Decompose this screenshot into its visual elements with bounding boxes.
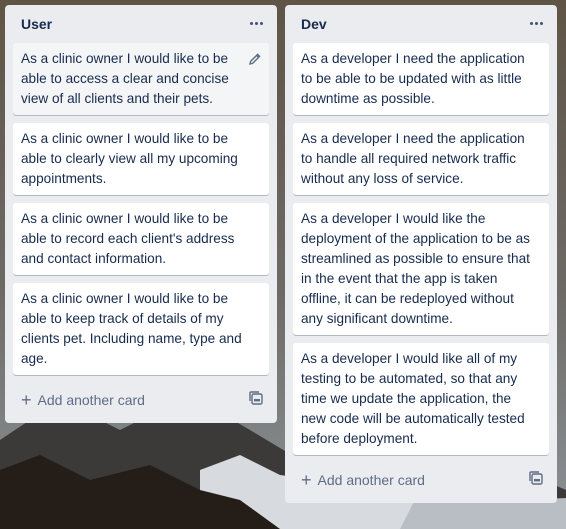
card[interactable]: As a clinic owner I would like to be abl…: [13, 43, 269, 115]
ellipsis-icon: [529, 21, 544, 25]
card-title: As a clinic owner I would like to be abl…: [21, 51, 229, 106]
add-card-label: Add another card: [37, 392, 145, 408]
list-user: User As a clinic owner I would like to b…: [5, 5, 277, 423]
card-title: As a developer I would like the deployme…: [301, 211, 530, 326]
list-menu-button[interactable]: [243, 11, 269, 35]
list-title[interactable]: Dev: [301, 16, 327, 32]
list-header: User: [5, 5, 277, 43]
card-template-button[interactable]: [523, 467, 549, 493]
add-card-label: Add another card: [317, 472, 425, 488]
card[interactable]: As a developer I need the application to…: [293, 43, 549, 115]
list-menu-button[interactable]: [523, 11, 549, 35]
plus-icon: +: [301, 470, 312, 490]
card[interactable]: As a developer I would like all of my te…: [293, 343, 549, 455]
card-title: As a developer I need the application to…: [301, 51, 525, 106]
card[interactable]: As a clinic owner I would like to be abl…: [13, 283, 269, 375]
card-template-icon: [529, 470, 543, 490]
card-title: As a clinic owner I would like to be abl…: [21, 131, 238, 186]
list-header: Dev: [285, 5, 557, 43]
add-card-button[interactable]: + Add another card: [293, 466, 515, 494]
ellipsis-icon: [249, 21, 264, 25]
card-title: As a developer I would like all of my te…: [301, 351, 525, 446]
card[interactable]: As a developer I would like the deployme…: [293, 203, 549, 335]
card[interactable]: As a clinic owner I would like to be abl…: [13, 123, 269, 195]
add-card-button[interactable]: + Add another card: [13, 386, 235, 414]
card-template-icon: [249, 390, 263, 410]
card-template-button[interactable]: [243, 387, 269, 413]
card[interactable]: As a clinic owner I would like to be abl…: [13, 203, 269, 275]
pencil-icon[interactable]: [247, 51, 263, 67]
card-title: As a clinic owner I would like to be abl…: [21, 211, 235, 266]
card[interactable]: As a developer I need the application to…: [293, 123, 549, 195]
list-dev: Dev As a developer I need the applicatio…: [285, 5, 557, 503]
plus-icon: +: [21, 390, 32, 410]
card-title: As a developer I need the application to…: [301, 131, 525, 186]
card-title: As a clinic owner I would like to be abl…: [21, 291, 242, 366]
list-title[interactable]: User: [21, 16, 52, 32]
